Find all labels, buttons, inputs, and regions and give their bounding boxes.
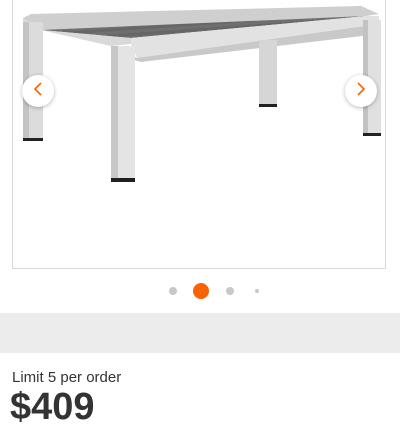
carousel-dot[interactable] bbox=[226, 287, 234, 295]
carousel-dot[interactable] bbox=[255, 289, 259, 293]
price-text: $409 bbox=[10, 386, 95, 428]
chevron-left-icon bbox=[32, 81, 44, 102]
product-image-frame bbox=[12, 0, 386, 269]
carousel-dot-active[interactable] bbox=[193, 283, 209, 299]
chevron-right-icon bbox=[355, 81, 367, 102]
carousel-dot[interactable] bbox=[169, 287, 177, 295]
section-divider-band bbox=[0, 313, 400, 353]
next-image-button[interactable] bbox=[345, 75, 377, 107]
carousel-pagination bbox=[0, 282, 400, 300]
product-image bbox=[23, 6, 381, 182]
previous-image-button[interactable] bbox=[22, 75, 54, 107]
order-limit-text: Limit 5 per order bbox=[12, 369, 122, 386]
